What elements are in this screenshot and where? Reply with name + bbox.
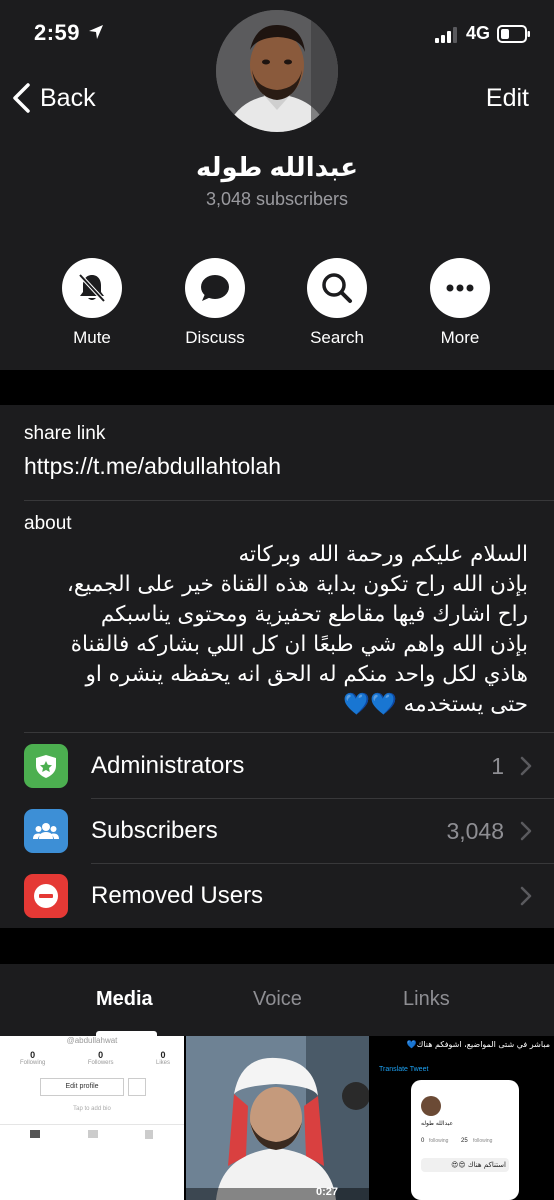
discuss-label: Discuss	[185, 328, 245, 347]
bell-slash-icon	[78, 273, 106, 303]
channel-name: عبدالله طوله	[196, 152, 358, 182]
tweet-caption: استناكم هناك 😍😍	[421, 1158, 509, 1172]
channel-avatar[interactable]	[216, 10, 338, 132]
mute-button[interactable]: Mute	[37, 258, 147, 348]
thumb-stat: 0 Followers	[88, 1050, 114, 1066]
more-circle	[430, 258, 490, 318]
about-line: هاذي لكل واحد منكم له الحق انه يحفظه ينش…	[85, 662, 528, 687]
thumb-stat: 0 Likes	[156, 1050, 170, 1066]
removed-users-label: Removed Users	[91, 882, 264, 909]
tab-links[interactable]: Links	[403, 988, 450, 1011]
removed-users-row[interactable]: Removed Users	[0, 864, 554, 928]
search-label: Search	[310, 328, 364, 347]
about-line: بإذن الله راح تكون بداية هذه القناة خير …	[66, 572, 528, 597]
action-buttons: Mute Discuss Search More	[0, 258, 554, 358]
tab-media[interactable]: Media	[96, 988, 153, 1011]
administrators-label: Administrators	[91, 752, 245, 779]
section-separator	[0, 370, 554, 405]
translate-tweet-link: Translate Tweet	[379, 1066, 429, 1073]
stat-num: 0	[98, 1050, 104, 1060]
share-link-label: share link	[24, 423, 106, 444]
tweet-image-phone: عبدالله طوله 0 following 25 following اس…	[411, 1080, 519, 1200]
followers-count: 25	[461, 1138, 468, 1144]
about-line: حتى يستخدمه 💙💙	[343, 692, 528, 717]
more-button[interactable]: More	[405, 258, 515, 348]
group-icon	[33, 823, 59, 839]
chevron-right-icon	[520, 821, 532, 841]
bookmark-icon	[128, 1078, 146, 1096]
media-tabs: Media Voice Links	[0, 964, 554, 1036]
search-icon	[322, 273, 352, 303]
tab-voice[interactable]: Voice	[253, 988, 302, 1011]
people-icon	[24, 809, 68, 853]
tweet-text: مباشر في شتى المواضيع، اشوفكم هناك💙	[406, 1040, 550, 1049]
thumb-username: @abdullahwat	[66, 1036, 118, 1045]
video-duration: 0:27	[316, 1186, 339, 1198]
location-arrow-icon	[89, 25, 103, 39]
discuss-button[interactable]: Discuss	[160, 258, 270, 348]
shield-star-icon	[36, 755, 56, 778]
edit-button[interactable]: Edit	[486, 84, 529, 113]
avatar-photo	[216, 10, 338, 132]
about-line: السلام عليكم ورحمة الله وبركاته	[238, 542, 528, 567]
profile-name: عبدالله طوله	[421, 1120, 454, 1127]
media-grid: @abdullahwat 0 Following 0 Followers 0 L…	[0, 1036, 554, 1200]
remove-icon	[34, 884, 58, 908]
administrators-row[interactable]: Administrators 1	[0, 734, 554, 798]
mute-label: Mute	[73, 328, 111, 347]
signal-icon	[435, 27, 457, 43]
following-count: 0	[421, 1138, 425, 1144]
info-divider	[24, 500, 554, 501]
subscribers-label: Subscribers	[91, 817, 218, 844]
chevron-right-icon	[520, 886, 532, 906]
heart-icon	[88, 1130, 98, 1138]
thumb-divider	[0, 1124, 184, 1125]
battery-icon	[497, 25, 530, 43]
stat-num: 0	[160, 1050, 166, 1060]
lock-icon	[145, 1130, 153, 1139]
minus-circle-icon	[24, 874, 68, 918]
back-button[interactable]: Back	[10, 80, 96, 116]
about-label: about	[24, 513, 72, 534]
share-link-value[interactable]: https://t.me/abdullahtolah	[24, 453, 281, 480]
status-time: 2:59	[34, 20, 81, 45]
subscribers-count: 3,048	[446, 817, 504, 844]
section-separator	[0, 928, 554, 964]
back-label: Back	[40, 83, 96, 112]
thumb-stat: 0 Following	[20, 1050, 45, 1066]
search-button[interactable]: Search	[282, 258, 392, 348]
stat-label: Likes	[155, 1060, 170, 1066]
followers-label: following	[473, 1138, 493, 1144]
administrators-count: 1	[491, 752, 504, 779]
stat-num: 0	[30, 1050, 36, 1060]
more-label: More	[440, 328, 480, 347]
profile-avatar	[421, 1096, 441, 1116]
media-thumbnail[interactable]: @abdullahwat 0 Following 0 Followers 0 L…	[0, 1036, 184, 1200]
admin-badge-icon	[24, 744, 68, 788]
chevron-right-icon	[520, 756, 532, 776]
network-type: 4G	[466, 23, 491, 43]
thumb-edit-profile: Edit profile	[40, 1078, 124, 1096]
about-line: راح اشارك فيها مقاطع تحفيزية ومحتوى يناس…	[100, 602, 528, 627]
subscriber-count: 3,048 subscribers	[205, 189, 349, 209]
stat-label: Followers	[87, 1060, 114, 1066]
more-dots-icon	[446, 284, 474, 292]
about-line: بإذن الله واهم شي طبعًا ان كل اللي بشارك…	[70, 632, 528, 657]
video-still	[186, 1036, 369, 1200]
about-text: السلام عليكم ورحمة الله وبركاته بإذن الل…	[18, 540, 528, 720]
subscribers-row[interactable]: Subscribers 3,048	[0, 799, 554, 863]
search-circle	[307, 258, 367, 318]
chat-bubble-icon	[201, 275, 229, 301]
mute-circle	[62, 258, 122, 318]
grid-icon	[30, 1130, 40, 1138]
discuss-circle	[185, 258, 245, 318]
chevron-left-icon	[13, 83, 30, 113]
stat-label: Following	[20, 1060, 46, 1066]
following-label: following	[429, 1138, 449, 1144]
list-divider	[24, 732, 554, 733]
media-thumbnail[interactable]: مباشر في شتى المواضيع، اشوفكم هناك💙 Tran…	[371, 1036, 554, 1200]
media-thumbnail[interactable]: 0:27	[186, 1036, 369, 1200]
thumb-stats: 0 Following 0 Followers 0 Likes	[20, 1050, 170, 1066]
thumb-bio-hint: Tap to add bio	[73, 1106, 111, 1112]
